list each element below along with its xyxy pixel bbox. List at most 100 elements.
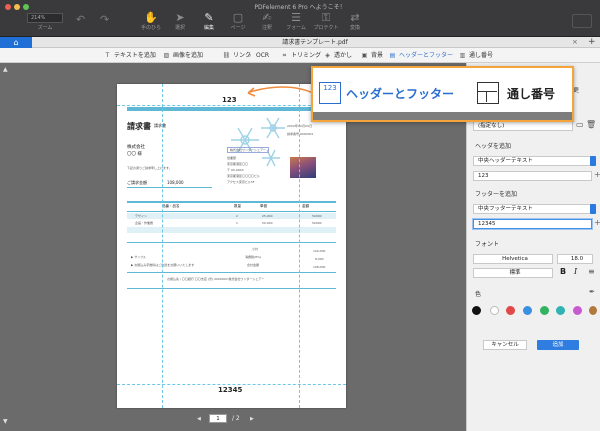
bates-number-button[interactable]: ▥ 通し番号 (458, 50, 493, 61)
toolbar-pages[interactable]: ▢ ページ (224, 11, 252, 35)
toolbar-comment[interactable]: ✍ 注釈 (253, 11, 281, 35)
crop-button[interactable]: ⌗ トリミング (280, 50, 321, 61)
close-tab-icon[interactable]: × (572, 37, 578, 48)
toolbar-select[interactable]: ➤ 選択 (166, 11, 194, 35)
color-swatch-white[interactable] (490, 306, 499, 315)
next-page-icon[interactable]: ▶ (250, 416, 254, 422)
toolbar-edit[interactable]: ✎ 編集 (195, 11, 223, 35)
color-swatch-black[interactable] (472, 306, 481, 315)
tax-label: 消費税(8%) (245, 255, 262, 259)
footer-add-icon[interactable]: + (594, 218, 600, 227)
total-label: 合計金額 (247, 263, 260, 267)
issuer-address-4: アクセス東京ビル5F (227, 180, 255, 184)
watermark-button[interactable]: ◈ 透かし (323, 50, 352, 61)
delete-preset-icon[interactable]: 🗑 (586, 120, 596, 129)
alignment-icon[interactable]: ≡ (588, 267, 595, 276)
color-swatch-red[interactable] (506, 306, 515, 315)
footer-margin-guide (117, 384, 346, 385)
cursor-icon: ➤ (175, 11, 185, 24)
hand-icon: ✋ (144, 11, 158, 24)
table-header-amount: 金額 (302, 204, 309, 208)
color-swatch-green[interactable] (540, 306, 549, 315)
save-preset-icon[interactable]: ▭ (576, 120, 584, 129)
toolbar-form[interactable]: ☰ フォーム (282, 11, 310, 35)
footer-section-label: フッターを追加 (475, 191, 518, 198)
footer-position-dropdown-icon[interactable] (590, 204, 596, 214)
add-tab-icon[interactable]: + (588, 36, 596, 48)
panel-toggle-icon[interactable] (572, 14, 592, 28)
footer-position-select[interactable]: 中央フッターテキスト (473, 204, 592, 214)
table-row (127, 213, 336, 219)
redo-icon[interactable]: ↷ (100, 13, 109, 26)
font-family-select[interactable]: Helvetica (473, 254, 553, 264)
scroll-down-icon[interactable]: ▼ (3, 418, 8, 425)
form-icon: ☰ (291, 11, 301, 24)
edit-toolbar: T テキストを追加 ▨ 画像を追加 ⛓ リンク ⌕ OCR ⌗ トリミング ◈ 透かし ▣ 背… (0, 48, 600, 63)
note-sample: ▶ サンプル (131, 255, 147, 259)
tax-value: 8,000 (315, 257, 324, 261)
background-button[interactable]: ▣ 背景 (360, 50, 383, 61)
recipient-name: 〇〇 様 (127, 152, 142, 157)
font-size-select[interactable]: 18.0 (557, 254, 593, 264)
table-header-price: 単価 (260, 204, 267, 208)
bold-button[interactable]: B (560, 267, 566, 276)
callout-shadow-strip (313, 112, 572, 120)
add-image-button[interactable]: ▨ 画像を追加 (162, 50, 203, 61)
undo-icon[interactable]: ↶ (76, 13, 85, 26)
eyedropper-icon[interactable]: ✒ (589, 288, 595, 296)
invoice-subtitle: 請求書 (154, 123, 166, 128)
toolbar-hand[interactable]: ✋ 手のひら (137, 11, 165, 35)
bank-info: お振込先 / 〇〇銀行 〇〇支店 (普) 0000000 株式会社ワンダーシェア… (167, 277, 265, 281)
font-style-select[interactable]: 標準 (473, 268, 553, 278)
header-section-label: ヘッダを追加 (475, 143, 512, 150)
subtotal-value: 100,000 (313, 249, 326, 253)
header-add-icon[interactable]: + (594, 170, 600, 179)
pages-icon: ▢ (232, 11, 244, 24)
italic-button[interactable]: I (574, 267, 577, 276)
link-icon: ⛓ (222, 52, 231, 59)
bates-icon: ▥ (459, 52, 466, 59)
header-position-dropdown-icon[interactable] (590, 156, 596, 166)
apply-button[interactable]: 追加 (537, 340, 579, 350)
color-swatch-purple[interactable] (573, 306, 582, 315)
tab-bar: ⌂ 請求書テンプレート.pdf × + (0, 37, 600, 48)
header-footer-large-icon: 123 (319, 82, 341, 104)
font-section-label: フォント (475, 241, 500, 248)
color-swatch-brown[interactable] (589, 306, 597, 315)
edit-icon: ✎ (204, 11, 214, 24)
issuer-address-2: 〒 00-0000 (227, 168, 244, 172)
text-icon: T (105, 52, 110, 59)
total-value: 108,000 (313, 265, 326, 269)
issuer-dept: 営業部 (227, 156, 237, 160)
right-margin-guide (299, 84, 300, 408)
table-bottom-rule (127, 242, 336, 243)
footer-text[interactable]: 12345 (218, 386, 242, 394)
scroll-up-icon[interactable]: ▲ (3, 66, 8, 73)
document-tab[interactable]: 請求書テンプレート.pdf (220, 37, 410, 48)
table-top-rule (127, 201, 336, 203)
callout-bates-label: 通し番号 (507, 87, 556, 101)
color-swatch-teal[interactable] (556, 306, 565, 315)
prev-page-icon[interactable]: ◀ (197, 416, 201, 422)
issuer-name: 株式会社ワンダーシェアー (227, 147, 269, 153)
home-icon[interactable]: ⌂ (0, 37, 32, 48)
toolbar-protect[interactable]: ⚿ プロテクト (312, 11, 340, 35)
pdf-page[interactable]: 123 12345 請求書 請求書 20XX年XX月XX日 請求番号 00000… (117, 84, 346, 408)
cancel-button[interactable]: キャンセル (483, 340, 527, 350)
header-position-select[interactable]: 中央ヘッダーテキスト (473, 156, 592, 166)
table-cell: 企画・作業費 (135, 221, 154, 225)
page-number-input[interactable]: 1 (209, 414, 227, 423)
color-swatch-blue[interactable] (523, 306, 532, 315)
zoom-label: ズーム (37, 25, 53, 31)
add-text-button[interactable]: T テキストを追加 (103, 50, 156, 61)
header-text-input[interactable]: 123 (473, 171, 592, 181)
zoom-input[interactable]: 214% (27, 13, 63, 23)
table-cell: 50000 (312, 214, 322, 218)
table-cell: 1 (236, 221, 238, 225)
invoice-number: 請求番号 0000001 (287, 132, 314, 136)
toolbar-convert[interactable]: ⇄ 変換 (341, 11, 369, 35)
ocr-button[interactable]: ⌕ OCR (245, 50, 269, 61)
header-footer-button[interactable]: ▤ ヘッダーとフッター (388, 50, 453, 61)
footer-text-input[interactable]: 12345 (473, 219, 592, 229)
preset-select[interactable]: (指定なし) (473, 121, 573, 131)
